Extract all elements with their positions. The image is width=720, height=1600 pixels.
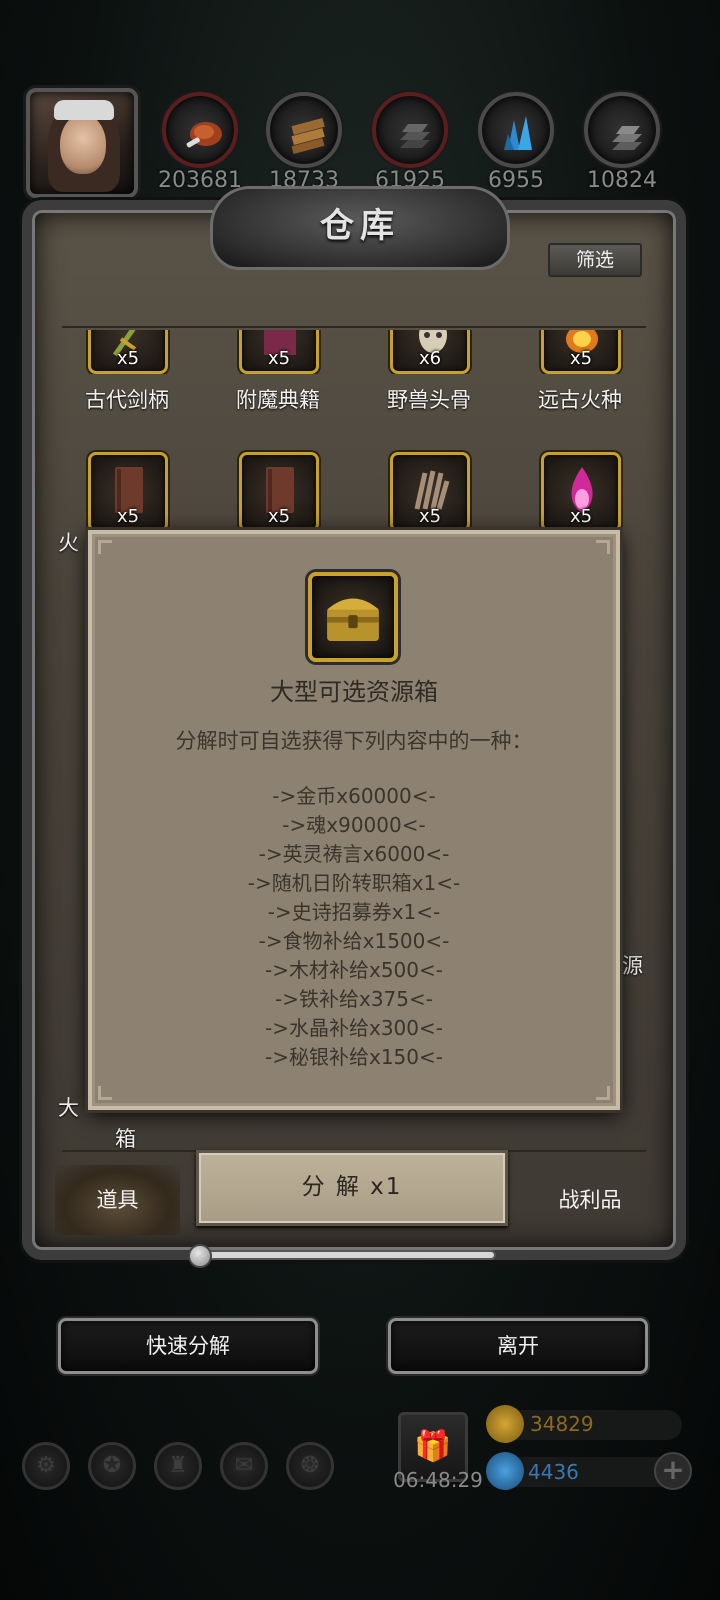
gold-value: 34829	[530, 1412, 594, 1436]
item-row-clip: x5 x5 x6 x5	[62, 330, 646, 374]
modal-corner	[596, 1086, 610, 1100]
meat-resource[interactable]	[162, 92, 238, 168]
partial-item-name-left: 火	[58, 531, 79, 555]
option-item: ->金币x60000<-	[272, 784, 436, 808]
avatar-cap	[54, 100, 114, 120]
item-slot-book-1[interactable]: x5	[88, 452, 168, 532]
mithril-resource[interactable]	[584, 92, 660, 168]
treasure-chest-icon	[327, 598, 379, 642]
mail-icon[interactable]: ✉	[220, 1442, 268, 1490]
emblem-icon[interactable]: ❂	[286, 1442, 334, 1490]
star-icon[interactable]: ✪	[88, 1442, 136, 1490]
decompose-button[interactable]: 分 解 x1	[196, 1150, 508, 1226]
item-slot-sword-hilt[interactable]: x5	[88, 330, 168, 374]
option-item: ->木材补给x500<-	[265, 958, 443, 982]
modal-item-slot	[308, 572, 398, 662]
item-qty: x5	[569, 348, 593, 369]
option-item: ->随机日阶转职箱x1<-	[247, 871, 461, 895]
partial-item-name-right: 源	[622, 954, 643, 978]
filter-button[interactable]: 筛选	[548, 243, 642, 277]
option-item: ->铁补给x375<-	[275, 987, 433, 1011]
tab-loot[interactable]: 战利品	[525, 1165, 655, 1235]
item-slot-enchant-book[interactable]: x5	[239, 330, 319, 374]
window-title: 仓库	[320, 206, 400, 246]
countdown-timer: 06:48:29	[393, 1468, 483, 1492]
item-name: 野兽头骨	[387, 388, 471, 412]
leave-button[interactable]: 离开	[388, 1318, 648, 1374]
tab-items[interactable]: 道具	[55, 1165, 180, 1235]
top-divider	[62, 326, 646, 328]
crystal-resource[interactable]	[478, 92, 554, 168]
option-item: ->食物补给x1500<-	[258, 929, 450, 953]
item-qty: x5	[569, 506, 593, 527]
add-currency-button[interactable]: +	[654, 1452, 692, 1490]
item-qty: x5	[116, 506, 140, 527]
meat-icon	[186, 122, 222, 148]
player-avatar[interactable]	[26, 88, 138, 198]
option-item: ->秘银补给x150<-	[265, 1045, 443, 1069]
tower-icon[interactable]: ♜	[154, 1442, 202, 1490]
item-qty: x5	[418, 506, 442, 527]
item-slot-ancient-fire[interactable]: x5	[541, 330, 621, 374]
modal-title: 大型可选资源箱	[270, 678, 438, 706]
item-slot-pink-flame[interactable]: x5	[541, 452, 621, 532]
wood-icon	[291, 117, 325, 155]
modal-corner	[98, 540, 112, 554]
modal-corner	[596, 540, 610, 554]
gem-value: 4436	[528, 1460, 579, 1484]
item-name: 古代剑柄	[85, 388, 169, 412]
mithril-value: 10824	[587, 168, 657, 193]
item-qty: x5	[267, 348, 291, 369]
partial-item-name-left-2: 大	[58, 1096, 79, 1120]
quantity-slider-knob[interactable]	[188, 1244, 212, 1268]
quick-decompose-button[interactable]: 快速分解	[58, 1318, 318, 1374]
avatar-face	[60, 114, 106, 174]
option-item: ->水晶补给x300<-	[265, 1016, 443, 1040]
mithril-icon	[612, 126, 642, 150]
modal-option-list: ->金币x60000<- ->魂x90000<- ->英灵祷言x6000<- -…	[88, 782, 620, 1072]
item-slot-claw[interactable]: x5	[390, 452, 470, 532]
gem-icon	[486, 1452, 524, 1490]
item-qty: x6	[418, 348, 442, 369]
item-qty: x5	[267, 506, 291, 527]
wood-resource[interactable]	[266, 92, 342, 168]
modal-corner	[98, 1086, 112, 1100]
iron-resource[interactable]	[372, 92, 448, 168]
settings-icon[interactable]: ⚙	[22, 1442, 70, 1490]
item-name: 远古火种	[538, 388, 622, 412]
modal-description: 分解时可自选获得下列内容中的一种：	[175, 729, 533, 753]
option-item: ->史诗招募券x1<-	[267, 900, 441, 924]
item-slot-book-2[interactable]: x5	[239, 452, 319, 532]
quantity-slider-track[interactable]	[200, 1250, 496, 1260]
partial-item-name-left-3: 箱	[115, 1127, 136, 1151]
option-item: ->魂x90000<-	[282, 813, 426, 837]
option-item: ->英灵祷言x6000<-	[258, 842, 450, 866]
iron-icon	[400, 124, 430, 148]
item-qty: x5	[116, 348, 140, 369]
item-name: 附魔典籍	[236, 388, 320, 412]
item-slot-beast-skull[interactable]: x6	[390, 330, 470, 374]
crystal-icon	[504, 116, 532, 150]
gold-coin-icon	[486, 1405, 524, 1443]
